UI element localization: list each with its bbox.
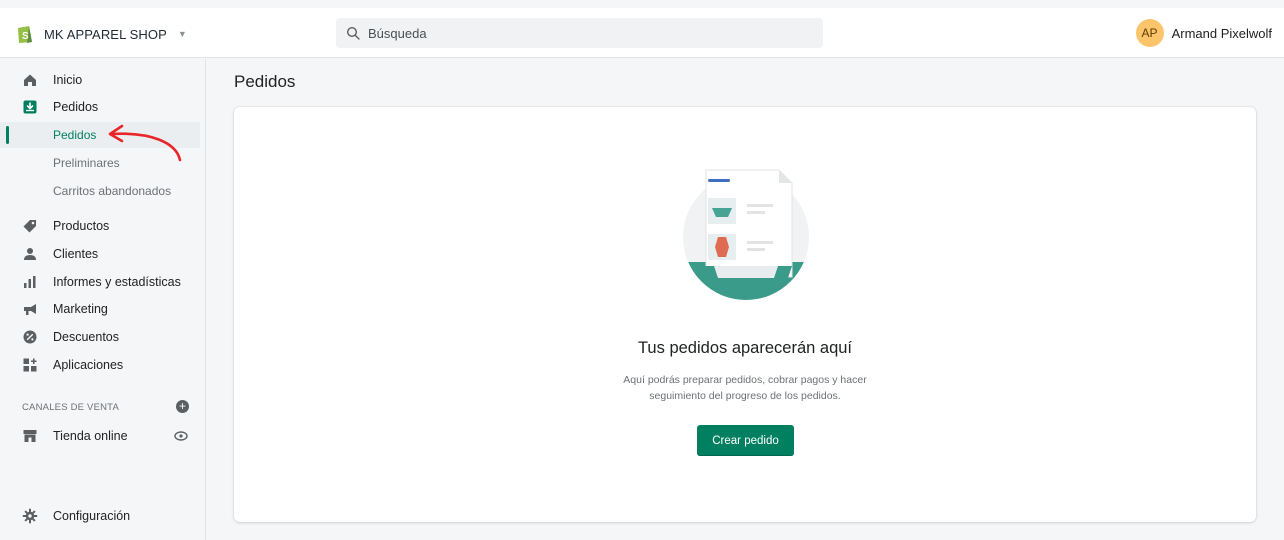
sidebar-item-inicio[interactable]: Inicio [0,67,200,93]
sidebar-item-pedidos[interactable]: Pedidos [0,94,200,120]
sidebar-item-marketing[interactable]: Marketing [0,296,200,322]
avatar: AP [1135,19,1164,47]
sidebar-item-tienda-online[interactable]: Tienda online [0,423,200,449]
sidebar-item-label: Informes y estadísticas [53,275,181,289]
page-title: Pedidos [234,72,296,91]
discount-icon [23,330,37,344]
sidebar-item-clientes[interactable]: Clientes [0,241,200,267]
create-order-button[interactable]: Crear pedido [697,425,794,456]
sidebar-item-productos[interactable]: Productos [0,213,200,239]
store-switcher[interactable]: S MK APPAREL SHOP ▼ [14,21,187,47]
sidebar-item-label: Aplicaciones [53,358,124,372]
sidebar-item-aplicaciones[interactable]: Aplicaciones [0,352,200,378]
empty-state-description: Aquí podrás preparar pedidos, cobrar pag… [623,374,867,402]
home-icon [24,74,36,86]
sidebar-item-label: Pedidos [53,100,99,114]
add-channel-button[interactable]: + [176,400,189,413]
megaphone-icon [24,304,36,315]
sales-channels-title: CANALES DE VENTA [22,402,119,413]
svg-text:S: S [22,31,29,42]
sidebar-subitem-label: Pedidos [53,128,97,142]
chevron-down-icon: ▼ [177,29,187,39]
sidebar-item-descuentos[interactable]: Descuentos [0,324,200,350]
active-indicator [6,126,9,144]
shopify-logo-icon: S [18,26,32,43]
search-icon [346,26,360,40]
tag-icon [23,220,36,233]
sidebar-subitem-label: Carritos abandonados [53,184,172,198]
sidebar-item-configuracion[interactable]: Configuración [0,503,200,529]
sidebar: Inicio Pedidos Pedidos Preliminares Carr… [0,59,206,540]
eye-icon[interactable] [174,429,188,443]
sidebar-subitem-carritos-abandonados[interactable]: Carritos abandonados [0,178,200,204]
sidebar-item-label: Clientes [53,247,99,261]
search-bar[interactable] [336,18,823,48]
orders-empty-illustration-icon [683,169,809,300]
apps-icon [23,358,37,372]
store-icon [23,430,37,442]
person-icon [24,248,36,260]
sidebar-subitem-label: Preliminares [53,156,120,170]
sidebar-item-label: Configuración [53,509,131,523]
sidebar-subitem-pedidos[interactable]: Pedidos [0,122,200,148]
user-menu[interactable]: AP Armand Pixelwolf [1135,19,1272,47]
sidebar-item-informes[interactable]: Informes y estadísticas [0,269,200,295]
sidebar-item-label: Tienda online [53,429,128,443]
user-name: Armand Pixelwolf [1171,25,1272,41]
sidebar-item-label: Inicio [53,73,83,87]
sidebar-item-label: Descuentos [53,330,120,344]
gear-icon [22,508,38,524]
orders-icon [23,100,37,114]
empty-state-card: Tus pedidos aparecerán aquí Aquí podrás … [234,107,1256,522]
empty-state-title: Tus pedidos aparecerán aquí [637,339,853,357]
sidebar-item-label: Marketing [53,302,108,316]
sidebar-item-label: Productos [53,219,110,233]
bar-chart-icon [24,276,36,288]
top-bar: S MK APPAREL SHOP ▼ AP Armand Pixelwolf [0,8,1284,58]
sidebar-subitem-preliminares[interactable]: Preliminares [0,150,200,176]
store-name: MK APPAREL SHOP [44,26,167,42]
search-input[interactable] [368,25,788,41]
